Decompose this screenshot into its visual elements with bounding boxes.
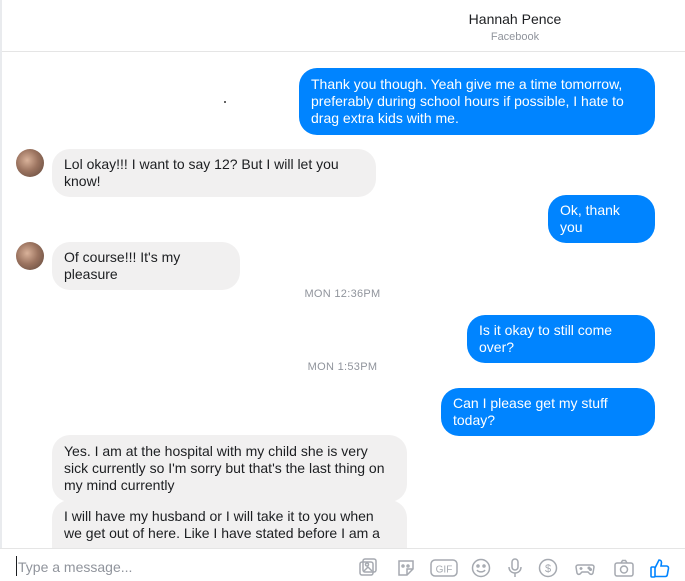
- payment-symbol: $: [545, 563, 551, 575]
- message-thread[interactable]: Thank you though. Yeah give me a time to…: [0, 52, 685, 548]
- microphone-icon[interactable]: [504, 557, 526, 579]
- game-icon[interactable]: [574, 557, 596, 579]
- payment-icon[interactable]: $: [537, 557, 559, 579]
- message-bubble-outgoing[interactable]: Can I please get my stuff today?: [441, 388, 655, 436]
- message-bubble-incoming[interactable]: I will have my husband or I will take it…: [52, 500, 407, 548]
- contact-subtitle: Facebook: [490, 31, 540, 43]
- conversation-header: Hannah Pence Facebook: [0, 0, 685, 52]
- gif-icon[interactable]: GIF: [430, 557, 458, 579]
- message-input[interactable]: [18, 555, 348, 579]
- avatar[interactable]: [16, 149, 44, 177]
- like-icon[interactable]: [649, 557, 671, 579]
- message-composer: GIF $: [0, 548, 685, 581]
- message-bubble-incoming[interactable]: Yes. I am at the hospital with my child …: [52, 435, 407, 502]
- message-bubble-outgoing[interactable]: Thank you though. Yeah give me a time to…: [299, 68, 655, 135]
- text-cursor: [16, 556, 17, 576]
- camera-icon[interactable]: [613, 557, 635, 579]
- message-bubble-outgoing[interactable]: Ok, thank you: [548, 195, 655, 243]
- gif-label: GIF: [436, 565, 453, 576]
- message-timestamp: MON 12:36PM: [304, 288, 381, 300]
- avatar[interactable]: [16, 242, 44, 270]
- sticker-icon[interactable]: [395, 557, 417, 579]
- message-bubble-incoming[interactable]: Lol okay!!! I want to say 12? But I will…: [52, 149, 376, 197]
- stray-dot: [224, 101, 226, 103]
- message-timestamp: MON 1:53PM: [307, 361, 378, 373]
- message-bubble-outgoing[interactable]: Is it okay to still come over?: [467, 315, 655, 363]
- contact-name[interactable]: Hannah Pence: [0, 11, 685, 27]
- emoji-icon[interactable]: [470, 557, 492, 579]
- message-bubble-incoming[interactable]: Of course!!! It's my pleasure: [52, 242, 240, 290]
- photo-icon[interactable]: [357, 557, 379, 579]
